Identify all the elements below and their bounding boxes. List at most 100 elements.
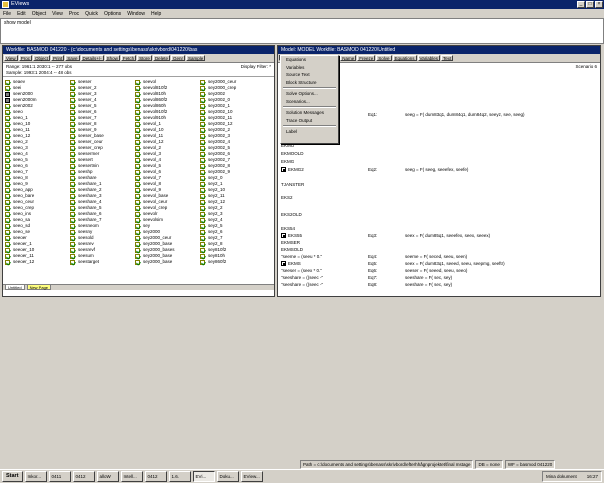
equation-expression[interactable]: seeme = F( seced, seeu, seen) <box>405 254 467 260</box>
series-icon <box>5 109 10 115</box>
task-button[interactable]: 1.6. <box>168 471 191 482</box>
series-item[interactable]: seestarget <box>70 259 134 265</box>
series-icon <box>200 151 205 157</box>
model-block-label[interactable]: EKMSOLD <box>281 247 303 253</box>
series-icon <box>70 163 75 169</box>
wf-genr-button[interactable]: Genr <box>170 55 185 61</box>
minimize-icon[interactable]: _ <box>577 1 585 8</box>
task-button-eviews[interactable]: EVi... <box>192 471 215 482</box>
series-icon <box>135 145 140 151</box>
display-filter[interactable]: Display Filter: * <box>241 64 271 70</box>
expand-icon[interactable] <box>281 167 286 173</box>
model-text-button[interactable]: Text <box>440 55 454 61</box>
maximize-icon[interactable]: □ <box>586 1 594 8</box>
clock: 16:27 <box>586 474 598 479</box>
equation-expression[interactable]: seeshare = F( sec, sey) <box>405 275 452 281</box>
menu-edit[interactable]: Edit <box>17 11 26 17</box>
equation-expression[interactable]: seeg = F( seeg, seeefex, seefe) <box>405 167 468 173</box>
menu-window[interactable]: Window <box>127 11 145 17</box>
series-icon <box>5 229 10 235</box>
model-block-label[interactable]: "seeser = (seex * 0." <box>281 268 322 274</box>
task-button[interactable]: Doku... <box>216 471 239 482</box>
series-item[interactable]: seeoer_12 <box>5 259 69 265</box>
model-solve-button[interactable]: Solve <box>376 55 392 61</box>
command-window[interactable]: show model <box>0 18 604 44</box>
wf-print-button[interactable]: Print <box>50 55 65 61</box>
model-equations-button[interactable]: Equations <box>392 55 417 61</box>
model-block-label[interactable]: "seeshare = ((seec -" <box>281 282 323 288</box>
task-button[interactable]: Inkor... <box>24 471 47 482</box>
task-button[interactable]: Intell... <box>120 471 143 482</box>
menu-item-source-text[interactable]: Source Text <box>281 71 338 79</box>
wf-save-button[interactable]: Save <box>65 55 80 61</box>
close-icon[interactable]: × <box>595 1 603 8</box>
menu-object[interactable]: Object <box>32 11 46 17</box>
menu-view[interactable]: View <box>52 11 63 17</box>
series-icon <box>135 151 140 157</box>
series-item[interactable]: sey2000_base <box>135 259 199 265</box>
task-button[interactable]: EView... <box>240 471 263 482</box>
menu-item-variables[interactable]: Variables <box>281 64 338 72</box>
menu-item-solve-options[interactable]: Solve Options... <box>281 90 338 98</box>
equation-expression[interactable]: seeshare = F( sec, sey) <box>405 282 452 288</box>
task-button[interactable]: 0411 <box>48 471 71 482</box>
series-icon <box>70 97 75 103</box>
series-name: sey860f2 <box>208 259 227 264</box>
wf-store-button[interactable]: Store <box>137 55 152 61</box>
model-block-label[interactable]: EKS2 <box>281 195 293 201</box>
model-freeze-button[interactable]: Freeze <box>357 55 376 61</box>
model-block-label[interactable]: EKMSER <box>281 240 300 246</box>
wf-show-button[interactable]: Show <box>104 55 120 61</box>
model-block-label[interactable]: "seeshare = ((seec -" <box>281 275 323 281</box>
series-icon <box>5 85 10 91</box>
series-icon <box>70 259 75 265</box>
menu-quick[interactable]: Quick <box>85 11 98 17</box>
expand-icon[interactable] <box>281 261 286 267</box>
model-variables-button[interactable]: Variables <box>417 55 440 61</box>
wf-fetch-button[interactable]: Fetch <box>120 55 137 61</box>
task-button[interactable]: 0412 <box>144 471 167 482</box>
model-block-label[interactable]: EKS2OLD <box>281 212 302 218</box>
menu-options[interactable]: Options <box>104 11 121 17</box>
equation-expression[interactable]: seeser = F( seeed, seeu, seeo) <box>405 268 467 274</box>
equation-expression[interactable]: seeg = F( dum83q1, dum84q1, dum84q2, see… <box>405 112 524 118</box>
model-block-label[interactable]: EKS54 <box>281 226 295 232</box>
menu-help[interactable]: Help <box>151 11 161 17</box>
wf-object-button[interactable]: Object <box>32 55 50 61</box>
start-button[interactable]: Start <box>2 471 23 482</box>
menu-item-equations[interactable]: Equations <box>281 56 338 64</box>
wf-proc-button[interactable]: Proc <box>18 55 32 61</box>
wf-sample-button[interactable]: Sample <box>185 55 206 61</box>
model-name-button[interactable]: Name <box>340 55 357 61</box>
menu-item-solution-messages[interactable]: Solution Messages <box>281 109 338 117</box>
wf-details-button[interactable]: Details+/- <box>80 55 104 61</box>
series-icon <box>70 223 75 229</box>
menu-item-scenarios[interactable]: Scenarios... <box>281 98 338 106</box>
menu-item-label[interactable]: Label <box>281 128 338 136</box>
menu-item-block-structure[interactable]: Block Structure <box>281 79 338 87</box>
series-item[interactable]: sey860f2 <box>200 259 264 265</box>
model-block-label[interactable]: EKMG2 <box>281 167 304 173</box>
equation-expression[interactable]: seex = F( dum83q1, seeed, seeu, seepmg, … <box>405 261 505 267</box>
expand-icon[interactable] <box>281 233 286 239</box>
menu-item-trace-output[interactable]: Trace Output <box>281 117 338 125</box>
block-name: EKS54 <box>281 226 296 231</box>
series-icon <box>5 145 10 151</box>
model-block-label[interactable]: EKMG <box>281 159 294 165</box>
model-block-label[interactable]: "seeme = (seeu * 0." <box>281 254 322 260</box>
wf-view-button[interactable]: View <box>4 55 18 61</box>
menu-proc[interactable]: Proc <box>69 11 79 17</box>
wf-delete-button[interactable]: Delete <box>152 55 170 61</box>
tab-new-page[interactable]: New Page <box>26 285 52 290</box>
model-block-label[interactable]: EKMS <box>281 261 301 267</box>
model-block-label[interactable]: EKMOOLD <box>281 151 304 157</box>
model-block-label[interactable]: TJANSTER <box>281 182 304 188</box>
equation-expression[interactable]: seex = F( dum85q1, seeefex, seex, seeex) <box>405 233 490 239</box>
model-block-label[interactable]: EKS55 <box>281 233 302 239</box>
task-button[interactable]: alloW <box>96 471 119 482</box>
tab-untitled[interactable]: Untitled <box>5 285 25 290</box>
task-button[interactable]: 0412 <box>72 471 95 482</box>
series-icon <box>200 115 205 121</box>
menu-file[interactable]: File <box>3 11 11 17</box>
series-icon <box>70 127 75 133</box>
